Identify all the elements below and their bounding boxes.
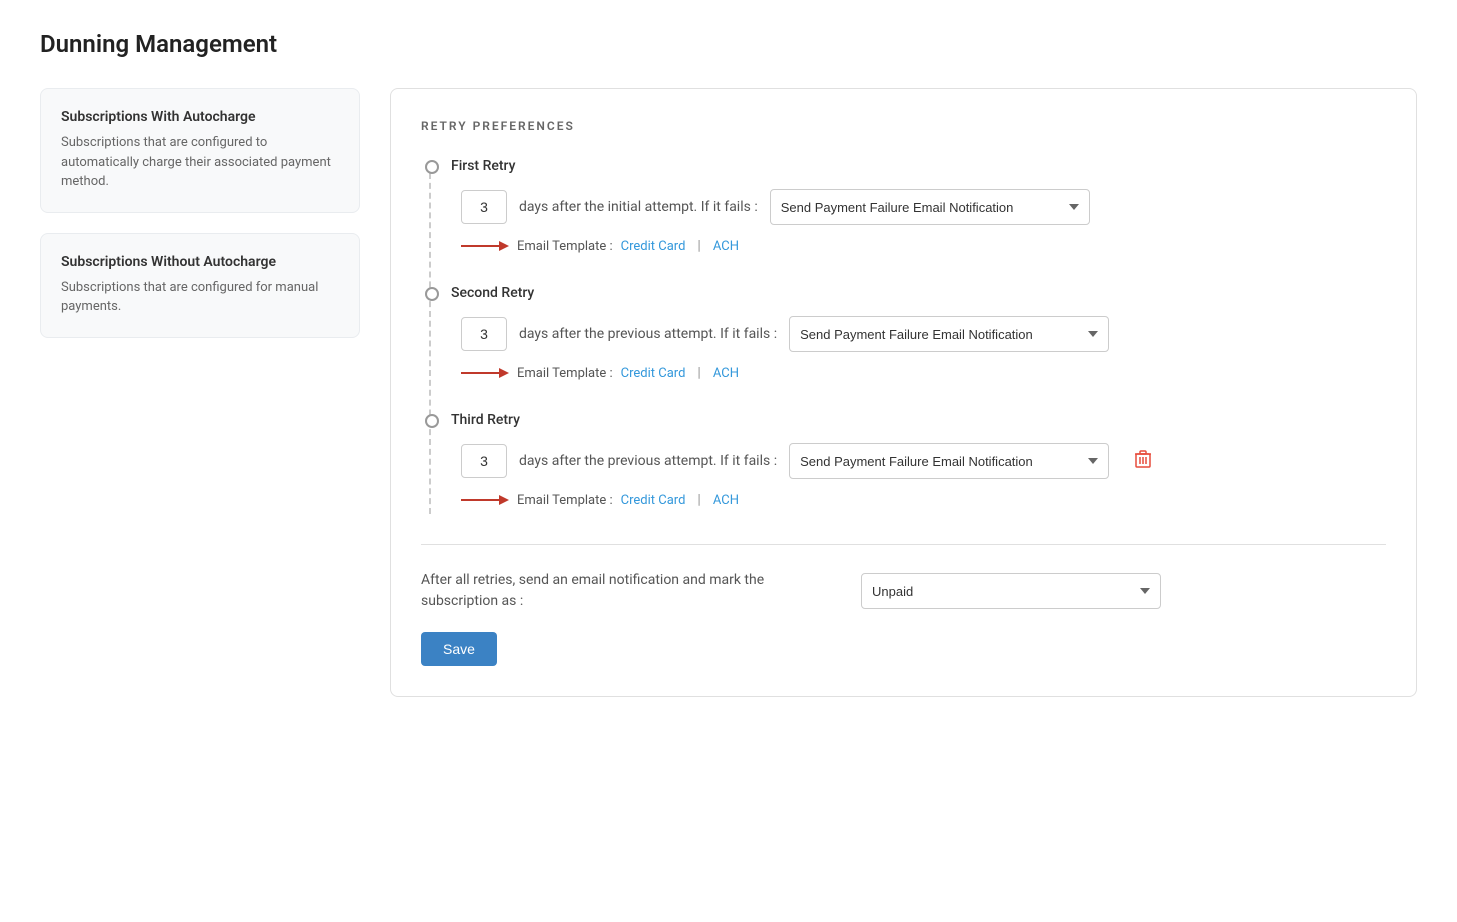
save-button[interactable]: Save: [421, 632, 497, 666]
third-retry-credit-card-link[interactable]: Credit Card: [621, 493, 686, 508]
sidebar-card-manual[interactable]: Subscriptions Without Autocharge Subscri…: [40, 233, 360, 338]
final-row-label: After all retries, send an email notific…: [421, 570, 841, 612]
first-retry-days-input[interactable]: [461, 190, 507, 224]
sidebar-card-manual-desc: Subscriptions that are configured for ma…: [61, 278, 339, 317]
final-row: After all retries, send an email notific…: [421, 570, 1386, 612]
third-retry-days-input[interactable]: [461, 444, 507, 478]
first-retry-ach-link[interactable]: ACH: [713, 239, 739, 254]
third-retry-arrow-icon: [461, 491, 509, 509]
page-title: Dunning Management: [40, 30, 1417, 58]
second-retry-config-row: days after the previous attempt. If it f…: [451, 316, 1386, 352]
retry-block-first: First Retry days after the initial attem…: [451, 158, 1386, 255]
second-retry-ach-link[interactable]: ACH: [713, 366, 739, 381]
second-retry-template-label: Email Template :: [517, 366, 613, 381]
second-retry-credit-card-link[interactable]: Credit Card: [621, 366, 686, 381]
sidebar-card-autocharge-desc: Subscriptions that are configured to aut…: [61, 133, 339, 192]
timeline-dot-first: [425, 160, 439, 174]
second-retry-label: Second Retry: [451, 285, 534, 301]
sidebar-card-manual-title: Subscriptions Without Autocharge: [61, 254, 339, 270]
first-retry-action-select[interactable]: Send Payment Failure Email Notification …: [770, 189, 1090, 225]
third-retry-delete-button[interactable]: [1131, 446, 1155, 477]
retry-block-third: Third Retry days after the previous atte…: [451, 412, 1386, 514]
final-status-select[interactable]: Unpaid Cancelled Active: [861, 573, 1161, 609]
third-retry-divider: |: [697, 492, 700, 508]
second-retry-email-template-row: Email Template : Credit Card | ACH: [451, 364, 1386, 382]
timeline-dot-second: [425, 287, 439, 301]
third-retry-label: Third Retry: [451, 412, 520, 428]
retry-timeline: First Retry days after the initial attem…: [421, 158, 1386, 514]
retry-block-second: Second Retry days after the previous att…: [451, 285, 1386, 382]
second-retry-arrow-icon: [461, 364, 509, 382]
section-divider: [421, 544, 1386, 545]
third-retry-template-label: Email Template :: [517, 493, 613, 508]
first-retry-arrow-icon: [461, 237, 509, 255]
first-retry-divider: |: [697, 238, 700, 254]
third-retry-config-row: days after the previous attempt. If it f…: [451, 443, 1386, 479]
sidebar-card-autocharge-title: Subscriptions With Autocharge: [61, 109, 339, 125]
third-retry-with-delete: days after the previous attempt. If it f…: [451, 443, 1386, 514]
content-panel: RETRY PREFERENCES First Retry days after…: [390, 88, 1417, 697]
first-retry-days-label: days after the initial attempt. If it fa…: [519, 199, 758, 215]
second-retry-days-input[interactable]: [461, 317, 507, 351]
third-retry-email-template-row: Email Template : Credit Card | ACH: [451, 491, 1386, 509]
first-retry-template-label: Email Template :: [517, 239, 613, 254]
third-retry-ach-link[interactable]: ACH: [713, 493, 739, 508]
second-retry-action-select[interactable]: Send Payment Failure Email Notification …: [789, 316, 1109, 352]
sidebar-card-autocharge[interactable]: Subscriptions With Autocharge Subscripti…: [40, 88, 360, 213]
sidebar: Subscriptions With Autocharge Subscripti…: [40, 88, 360, 358]
third-retry-action-select[interactable]: Send Payment Failure Email Notification …: [789, 443, 1109, 479]
section-title: RETRY PREFERENCES: [421, 119, 1386, 133]
first-retry-credit-card-link[interactable]: Credit Card: [621, 239, 686, 254]
second-retry-days-label: days after the previous attempt. If it f…: [519, 326, 777, 342]
first-retry-config-row: days after the initial attempt. If it fa…: [451, 189, 1386, 225]
first-retry-label: First Retry: [451, 158, 515, 174]
first-retry-email-template-row: Email Template : Credit Card | ACH: [451, 237, 1386, 255]
timeline-dot-third: [425, 414, 439, 428]
second-retry-divider: |: [697, 365, 700, 381]
third-retry-content: days after the previous attempt. If it f…: [451, 443, 1386, 514]
third-retry-days-label: days after the previous attempt. If it f…: [519, 453, 777, 469]
